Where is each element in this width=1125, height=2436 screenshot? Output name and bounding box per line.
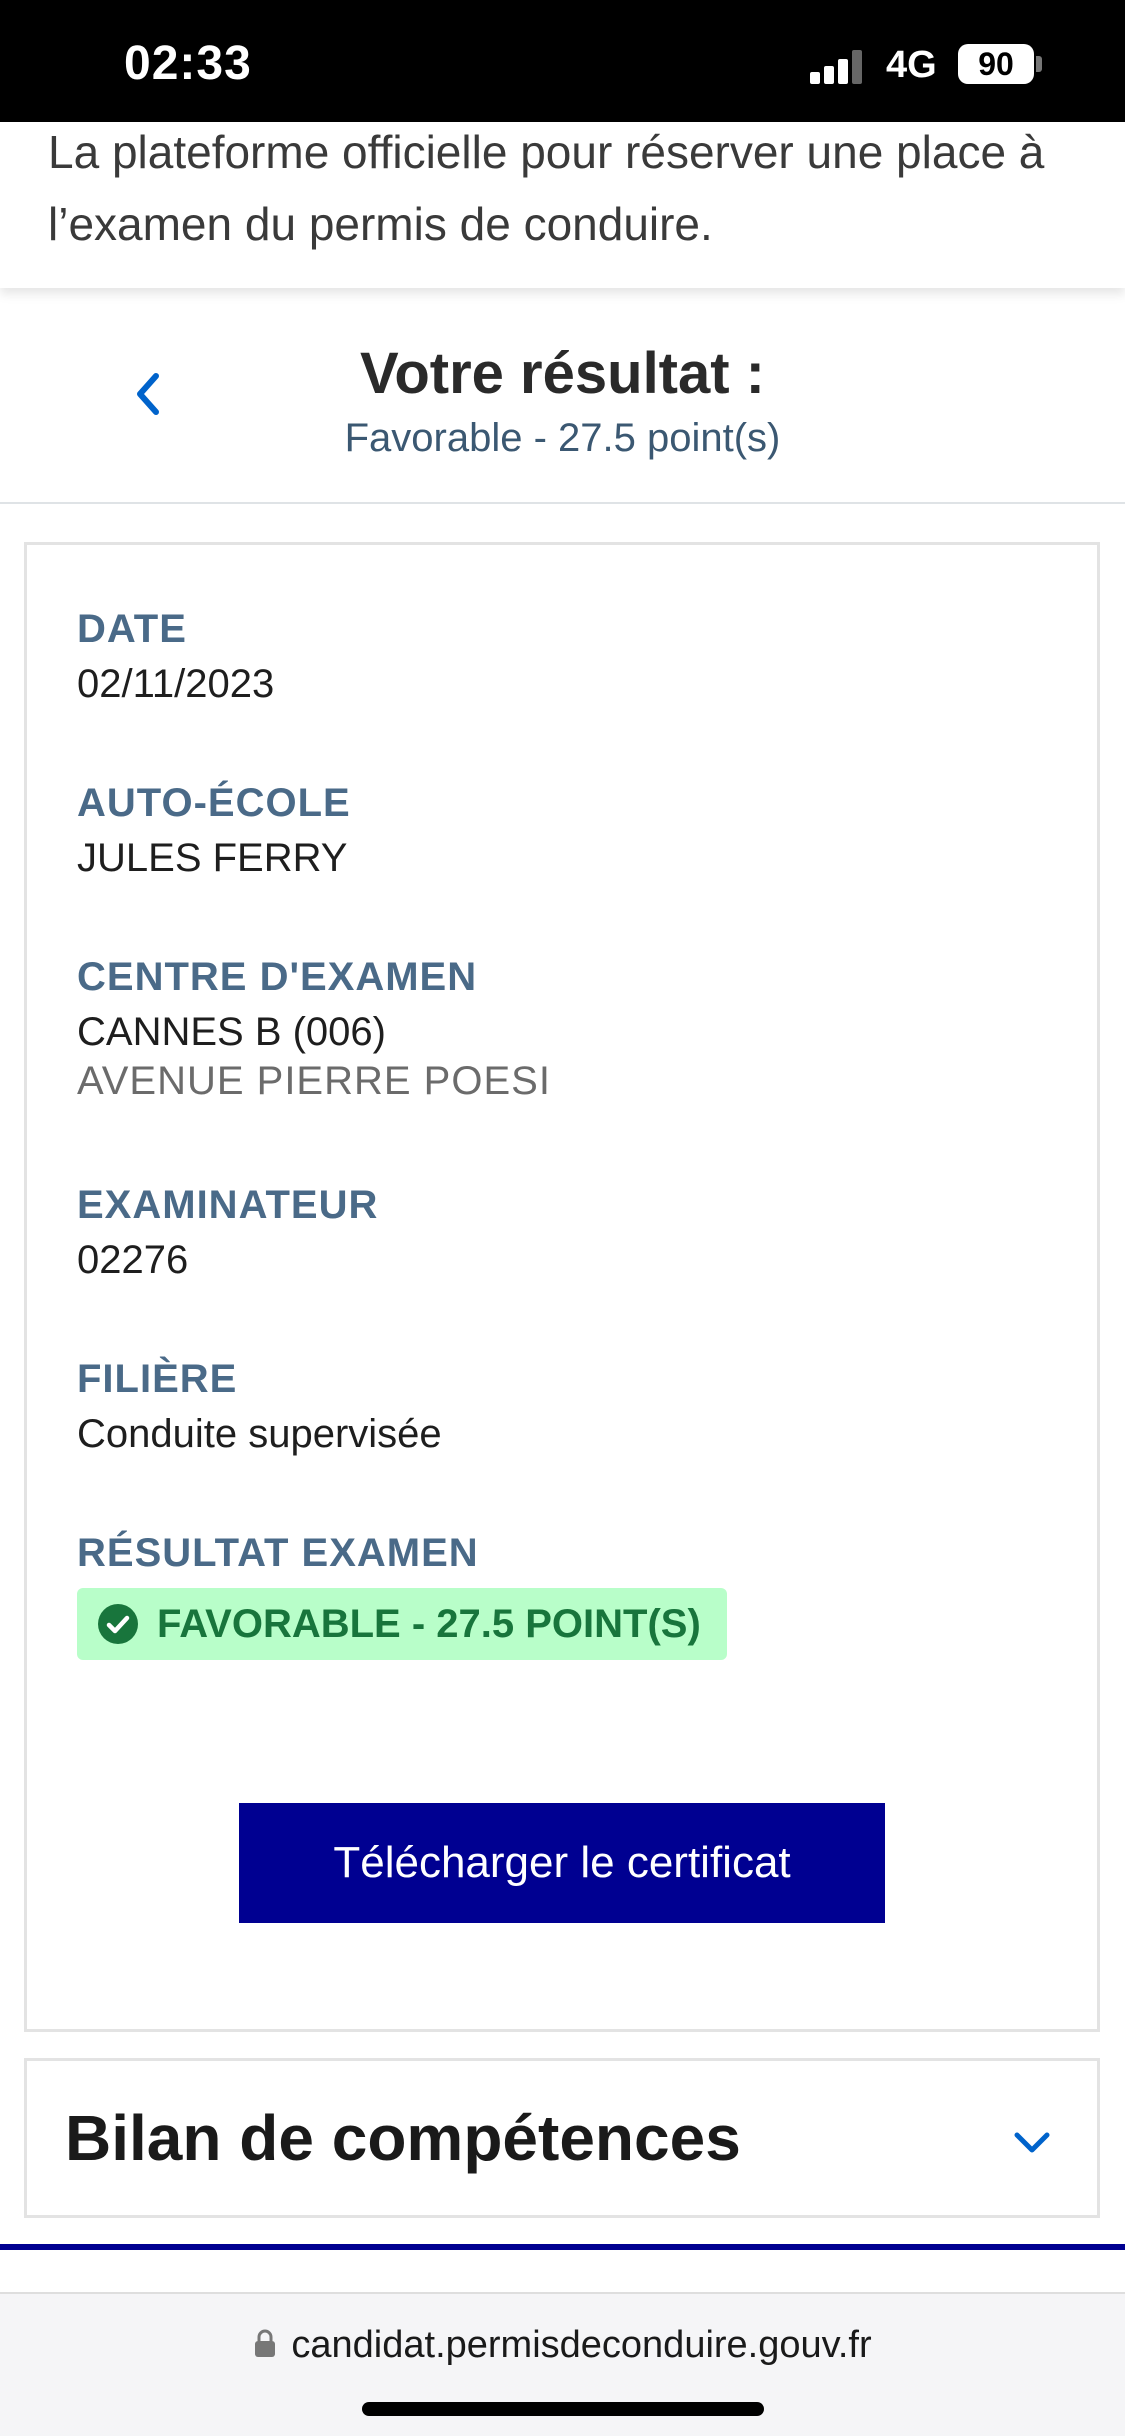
center-value: CANNES B (006): [77, 1010, 386, 1054]
school-label: AUTO-ÉCOLE: [77, 781, 351, 825]
check-circle-icon: [98, 1604, 138, 1644]
battery-tip: [1036, 56, 1042, 72]
school-value: JULES FERRY: [77, 836, 348, 880]
address-bar[interactable]: candidat.permisdeconduire.gouv.fr: [0, 2324, 1125, 2367]
examiner-value: 02276: [77, 1238, 189, 1282]
examiner-field: EXAMINATEUR 02276: [77, 1183, 378, 1283]
result-label: RÉSULTAT EXAMEN: [77, 1531, 479, 1575]
examiner-label: EXAMINATEUR: [77, 1183, 379, 1227]
track-field: FILIÈRE Conduite supervisée: [77, 1357, 442, 1457]
banner-text: La plateforme officielle pour réserver u…: [48, 126, 1045, 250]
signal-icon: [810, 50, 866, 84]
footer-divider: [0, 2244, 1125, 2250]
result-card: DATE 02/11/2023 AUTO-ÉCOLE JULES FERRY C…: [24, 542, 1100, 2032]
date-value: 02/11/2023: [77, 662, 275, 706]
accordion-title: Bilan de compétences: [65, 2102, 741, 2174]
chevron-down-icon: [1014, 2132, 1050, 2153]
school-field: AUTO-ÉCOLE JULES FERRY: [77, 781, 351, 881]
result-header: Votre résultat : Favorable - 27.5 point(…: [0, 300, 1125, 504]
home-indicator[interactable]: [362, 2402, 764, 2416]
site-banner: La plateforme officielle pour réserver u…: [0, 122, 1125, 288]
center-field: CENTRE D'EXAMEN CANNES B (006) AVENUE PI…: [77, 955, 551, 1104]
track-label: FILIÈRE: [77, 1357, 238, 1401]
status-bar: 02:33 4G 90: [0, 0, 1125, 122]
result-field: RÉSULTAT EXAMEN FAVORABLE - 27.5 POINT(S…: [77, 1531, 727, 1660]
lock-icon: [255, 2329, 276, 2357]
page-title: Votre résultat :: [359, 341, 765, 406]
battery-icon: 90: [958, 44, 1034, 84]
date-field: DATE 02/11/2023: [77, 607, 274, 707]
center-address: AVENUE PIERRE POESI: [77, 1059, 551, 1103]
track-value: Conduite supervisée: [77, 1412, 442, 1456]
center-label: CENTRE D'EXAMEN: [77, 955, 478, 999]
url-text: candidat.permisdeconduire.gouv.fr: [291, 2324, 872, 2366]
skills-accordion[interactable]: Bilan de compétences: [24, 2058, 1100, 2218]
page-subtitle: Favorable - 27.5 point(s): [344, 416, 781, 460]
status-badge: FAVORABLE - 27.5 POINT(S): [77, 1588, 727, 1660]
status-badge-text: FAVORABLE - 27.5 POINT(S): [157, 1601, 701, 1646]
network-type: 4G: [886, 44, 937, 86]
browser-toolbar: candidat.permisdeconduire.gouv.fr: [0, 2294, 1125, 2436]
download-certificate-button[interactable]: Télécharger le certificat: [239, 1803, 885, 1923]
date-label: DATE: [77, 607, 187, 651]
status-time: 02:33: [124, 37, 252, 90]
